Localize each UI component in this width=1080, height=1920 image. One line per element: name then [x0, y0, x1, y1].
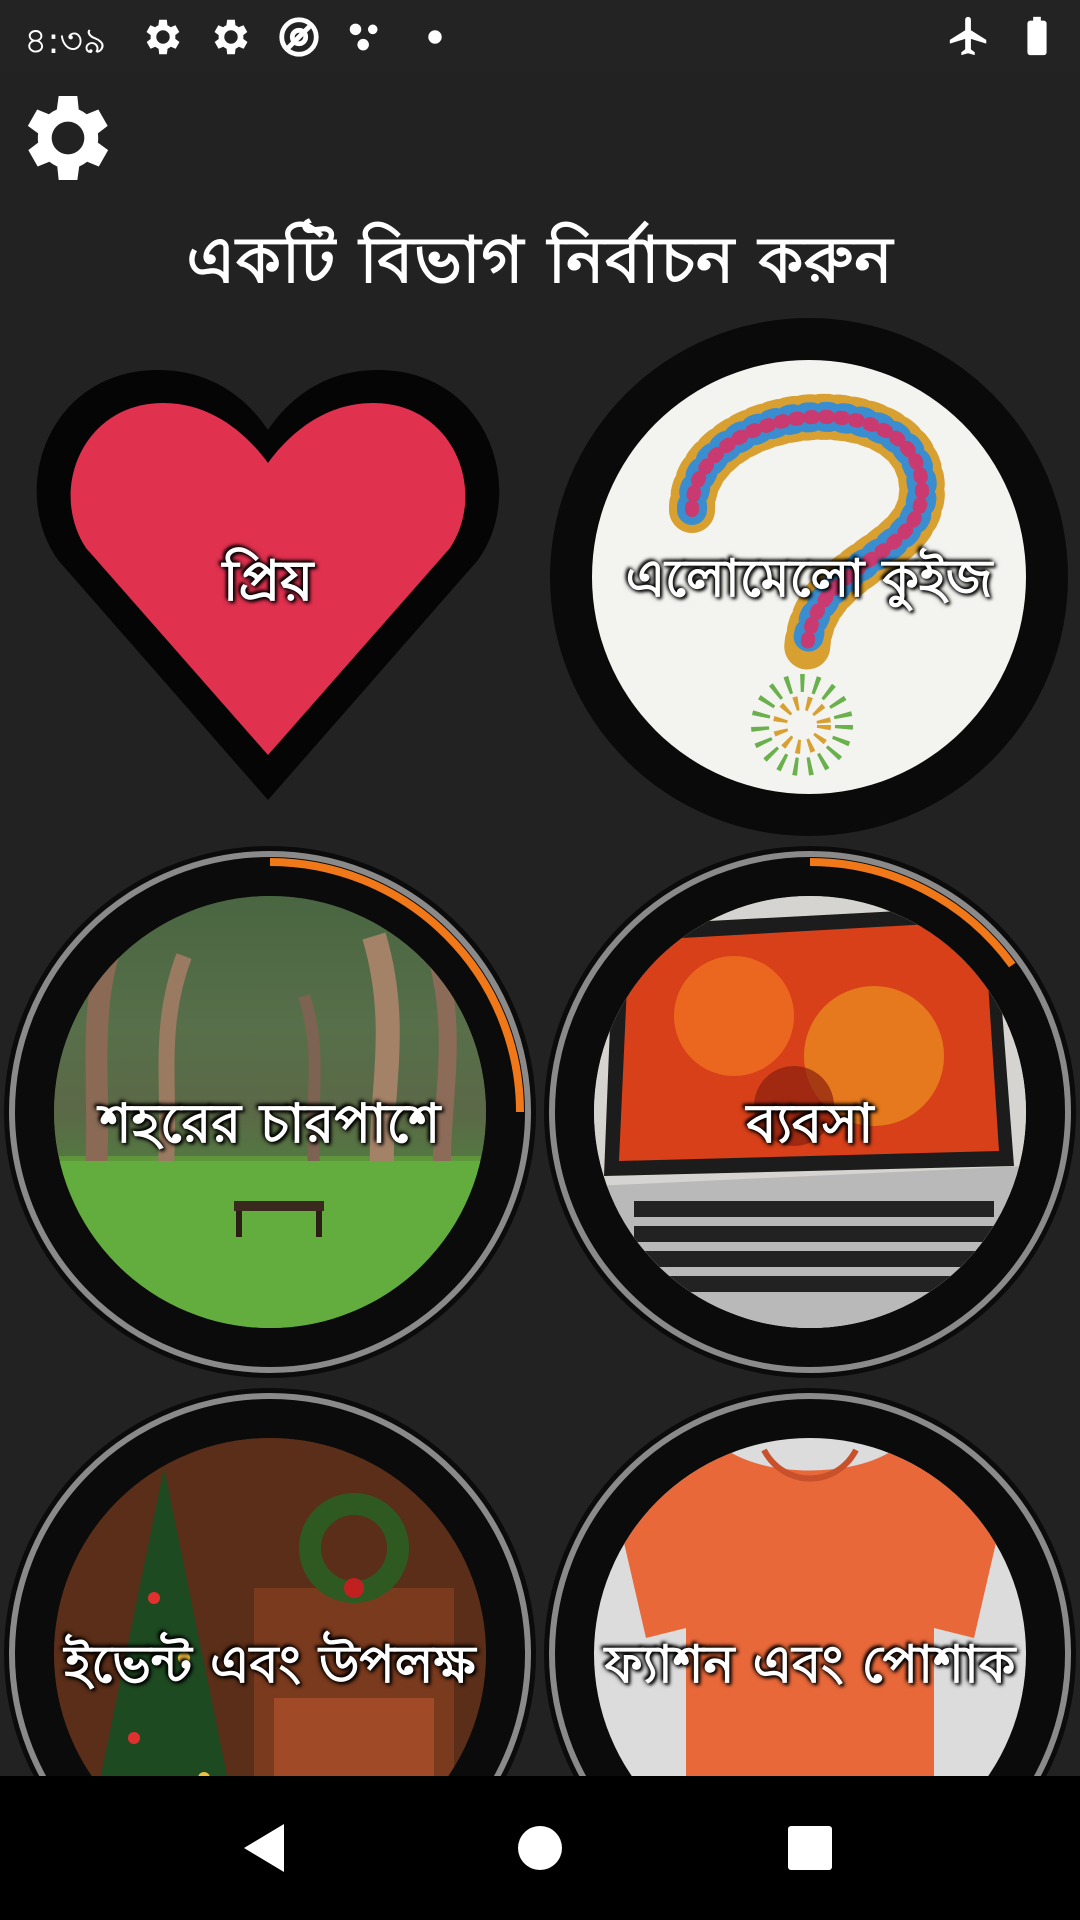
- navigation-bar: [0, 1776, 1080, 1920]
- status-right-icons: [946, 12, 1060, 60]
- at-sign-icon: [279, 17, 319, 57]
- page-title: একটি বিভাগ নির্বাচন করুন: [186, 224, 894, 298]
- settings-button[interactable]: [12, 82, 124, 194]
- category-business[interactable]: ব্যবসা: [544, 846, 1076, 1378]
- category-label: শহরের চারপাশে: [99, 1092, 441, 1155]
- category-label: প্রিয়: [222, 549, 314, 614]
- category-label: ফ্যাশন এবং পোশাক: [604, 1635, 1016, 1695]
- dot-icon: [428, 30, 442, 44]
- back-triangle-icon[interactable]: [234, 1816, 298, 1880]
- category-label: ব্যবসা: [746, 1092, 874, 1155]
- category-favorites[interactable]: প্রিয়: [28, 370, 508, 800]
- gear-icon: [146, 19, 180, 55]
- dots-icon: [349, 23, 378, 51]
- status-left-icons: [140, 14, 458, 60]
- status-bar: ৪:৩৯: [0, 0, 1080, 72]
- category-label: ইভেন্ট এবং উপলক্ষ: [64, 1635, 476, 1695]
- gear-icon: [214, 19, 248, 55]
- airplane-mode-icon: [949, 16, 987, 56]
- category-label: এলোমেলো কুইজ: [625, 549, 993, 609]
- gear-icon: [27, 96, 109, 180]
- category-around-city[interactable]: শহরের চারপাশে: [4, 846, 536, 1378]
- category-random-quiz[interactable]: এলোমেলো কুইজ: [550, 318, 1068, 836]
- status-time: ৪:৩৯: [24, 21, 107, 62]
- home-circle-icon[interactable]: [508, 1816, 572, 1880]
- recents-square-icon[interactable]: [778, 1816, 842, 1880]
- battery-icon: [1027, 16, 1047, 56]
